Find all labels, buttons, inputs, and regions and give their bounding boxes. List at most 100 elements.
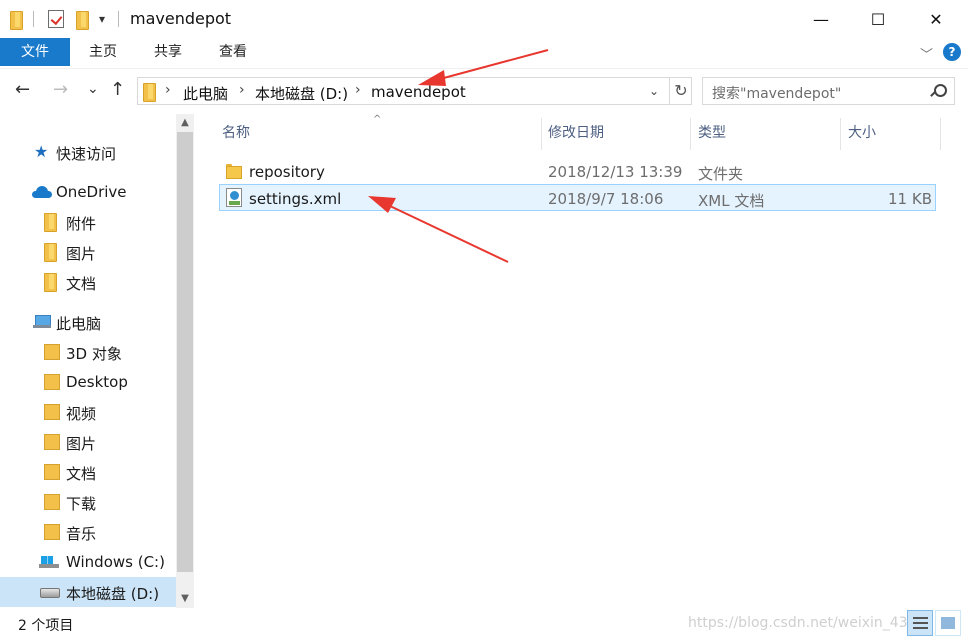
recent-locations-button[interactable]: ⌄	[87, 81, 99, 97]
breadcrumb-separator[interactable]: ›	[239, 82, 245, 98]
column-header-type[interactable]: 类型	[698, 122, 726, 142]
sidebar-item-label: 音乐	[66, 525, 97, 543]
help-icon[interactable]: ?	[943, 43, 961, 61]
videos-folder-icon	[44, 404, 60, 420]
status-bar: 2 个项目 https://blog.csdn.net/weixin_43	[0, 608, 968, 639]
title-bar: ▾ mavendepot — ☐ ✕	[0, 0, 968, 38]
window-title: mavendepot	[130, 9, 232, 28]
sidebar-item-label: 下载	[66, 495, 97, 513]
music-folder-icon	[44, 524, 60, 540]
tab-share[interactable]: 共享	[143, 38, 193, 66]
sidebar-item-label: 文档	[66, 465, 97, 483]
forward-button[interactable]: →	[53, 79, 68, 100]
sidebar-item-this-pc[interactable]: 此电脑	[0, 307, 176, 337]
windows-drive-icon	[39, 556, 59, 568]
breadcrumb-mavendepot[interactable]: mavendepot	[371, 83, 466, 101]
folder-icon	[10, 9, 23, 30]
tab-home[interactable]: 主页	[78, 38, 128, 66]
search-icon[interactable]	[931, 84, 947, 97]
folder-icon	[44, 243, 60, 262]
folder-icon	[44, 273, 60, 292]
maximize-button[interactable]: ☐	[855, 0, 901, 38]
watermark-text: https://blog.csdn.net/weixin_43	[688, 615, 908, 631]
desktop-folder-icon	[44, 374, 60, 390]
breadcrumb-separator[interactable]: ›	[355, 82, 361, 98]
back-button[interactable]: ←	[15, 79, 30, 100]
sidebar-item-label: 视频	[66, 405, 97, 423]
column-divider[interactable]	[840, 118, 841, 150]
sidebar-item-label: 3D 对象	[66, 345, 122, 363]
details-view-button[interactable]	[907, 610, 933, 636]
sidebar-item-quick-access[interactable]: ★ 快速访问	[0, 137, 176, 167]
table-row[interactable]: settings.xml 2018/9/7 18:06 XML 文档 11 KB	[219, 184, 936, 211]
drive-icon	[40, 588, 60, 598]
table-row[interactable]: repository 2018/12/13 13:39 文件夹	[219, 158, 936, 185]
sidebar-item-3d-objects[interactable]: 3D 对象	[0, 337, 176, 367]
sidebar-item-label: 快速访问	[56, 145, 117, 163]
scroll-up-icon[interactable]: ▲	[176, 114, 194, 132]
quick-access-dropdown-icon[interactable]: ▾	[99, 9, 105, 29]
close-button[interactable]: ✕	[913, 0, 959, 38]
sidebar-item-documents[interactable]: 文档	[0, 457, 176, 487]
divider	[118, 11, 119, 27]
new-folder-icon[interactable]	[76, 9, 89, 30]
sidebar-item-label: 图片	[66, 245, 97, 263]
sidebar-item-onedrive[interactable]: OneDrive	[0, 177, 176, 207]
sidebar-item-pictures[interactable]: 图片	[0, 427, 176, 457]
pictures-folder-icon	[44, 434, 60, 450]
properties-checkbox-icon[interactable]	[48, 9, 64, 29]
folder-icon	[226, 164, 242, 179]
sidebar-item-label: 此电脑	[56, 315, 102, 333]
downloads-folder-icon	[44, 494, 60, 510]
file-name[interactable]: repository	[249, 163, 325, 181]
breadcrumb-this-pc[interactable]: 此电脑	[183, 83, 228, 104]
sidebar-item-downloads[interactable]: 下载	[0, 487, 176, 517]
scrollbar-thumb[interactable]	[177, 132, 193, 572]
sidebar-scrollbar[interactable]: ▲ ▼	[176, 114, 194, 608]
sidebar-item-windows-c[interactable]: Windows (C:)	[0, 547, 176, 577]
sidebar-item-videos[interactable]: 视频	[0, 397, 176, 427]
sidebar-item-label: 图片	[66, 435, 97, 453]
cloud-icon	[32, 186, 52, 198]
star-icon: ★	[34, 142, 49, 161]
refresh-button[interactable]: ↻	[669, 78, 692, 104]
xml-file-icon	[226, 188, 242, 207]
file-name[interactable]: settings.xml	[249, 190, 341, 208]
file-type: 文件夹	[698, 165, 744, 183]
search-box[interactable]: 搜索"mavendepot"	[702, 77, 955, 105]
sidebar-item-local-disk-d[interactable]: 本地磁盘 (D:)	[0, 577, 176, 607]
up-button[interactable]: ↑	[110, 79, 125, 100]
tab-file[interactable]: 文件	[0, 38, 70, 66]
column-divider[interactable]	[690, 118, 691, 150]
search-input[interactable]: 搜索"mavendepot"	[712, 83, 841, 103]
file-list: ^ 名称 修改日期 类型 大小 repository 2018/12/13 13…	[196, 114, 968, 608]
item-count: 2 个项目	[18, 618, 74, 634]
folder-icon	[44, 213, 60, 232]
sidebar-item-music[interactable]: 音乐	[0, 517, 176, 547]
column-divider[interactable]	[541, 118, 542, 150]
tab-view[interactable]: 查看	[208, 38, 258, 66]
sidebar-item-attachments[interactable]: 附件	[0, 207, 176, 237]
sidebar-item-label: 附件	[66, 215, 97, 233]
sidebar-item-onedrive-pictures[interactable]: 图片	[0, 237, 176, 267]
computer-icon	[33, 315, 51, 328]
large-icons-view-button[interactable]	[935, 610, 961, 636]
breadcrumb-separator[interactable]: ›	[165, 82, 171, 98]
column-header-name[interactable]: 名称	[222, 122, 250, 142]
sidebar-item-label: 文档	[66, 275, 97, 293]
column-header-size[interactable]: 大小	[848, 122, 876, 142]
address-dropdown-icon[interactable]: ⌄	[649, 84, 659, 98]
scroll-down-icon[interactable]: ▼	[176, 590, 194, 608]
address-bar[interactable]: › 此电脑 › 本地磁盘 (D:) › mavendepot ⌄ ↻	[137, 77, 692, 105]
breadcrumb-local-disk-d[interactable]: 本地磁盘 (D:)	[255, 83, 348, 104]
divider	[33, 11, 34, 27]
sort-ascending-icon: ^	[373, 114, 382, 125]
column-divider[interactable]	[940, 118, 941, 150]
column-header-date-modified[interactable]: 修改日期	[548, 122, 604, 142]
sidebar-item-onedrive-documents[interactable]: 文档	[0, 267, 176, 297]
sidebar-item-desktop[interactable]: Desktop	[0, 367, 176, 397]
minimize-button[interactable]: —	[798, 0, 844, 38]
folder-icon	[143, 83, 156, 102]
ribbon-collapse-chevron-icon[interactable]: ﹀	[920, 44, 933, 63]
file-size: 11 KB	[888, 190, 932, 208]
